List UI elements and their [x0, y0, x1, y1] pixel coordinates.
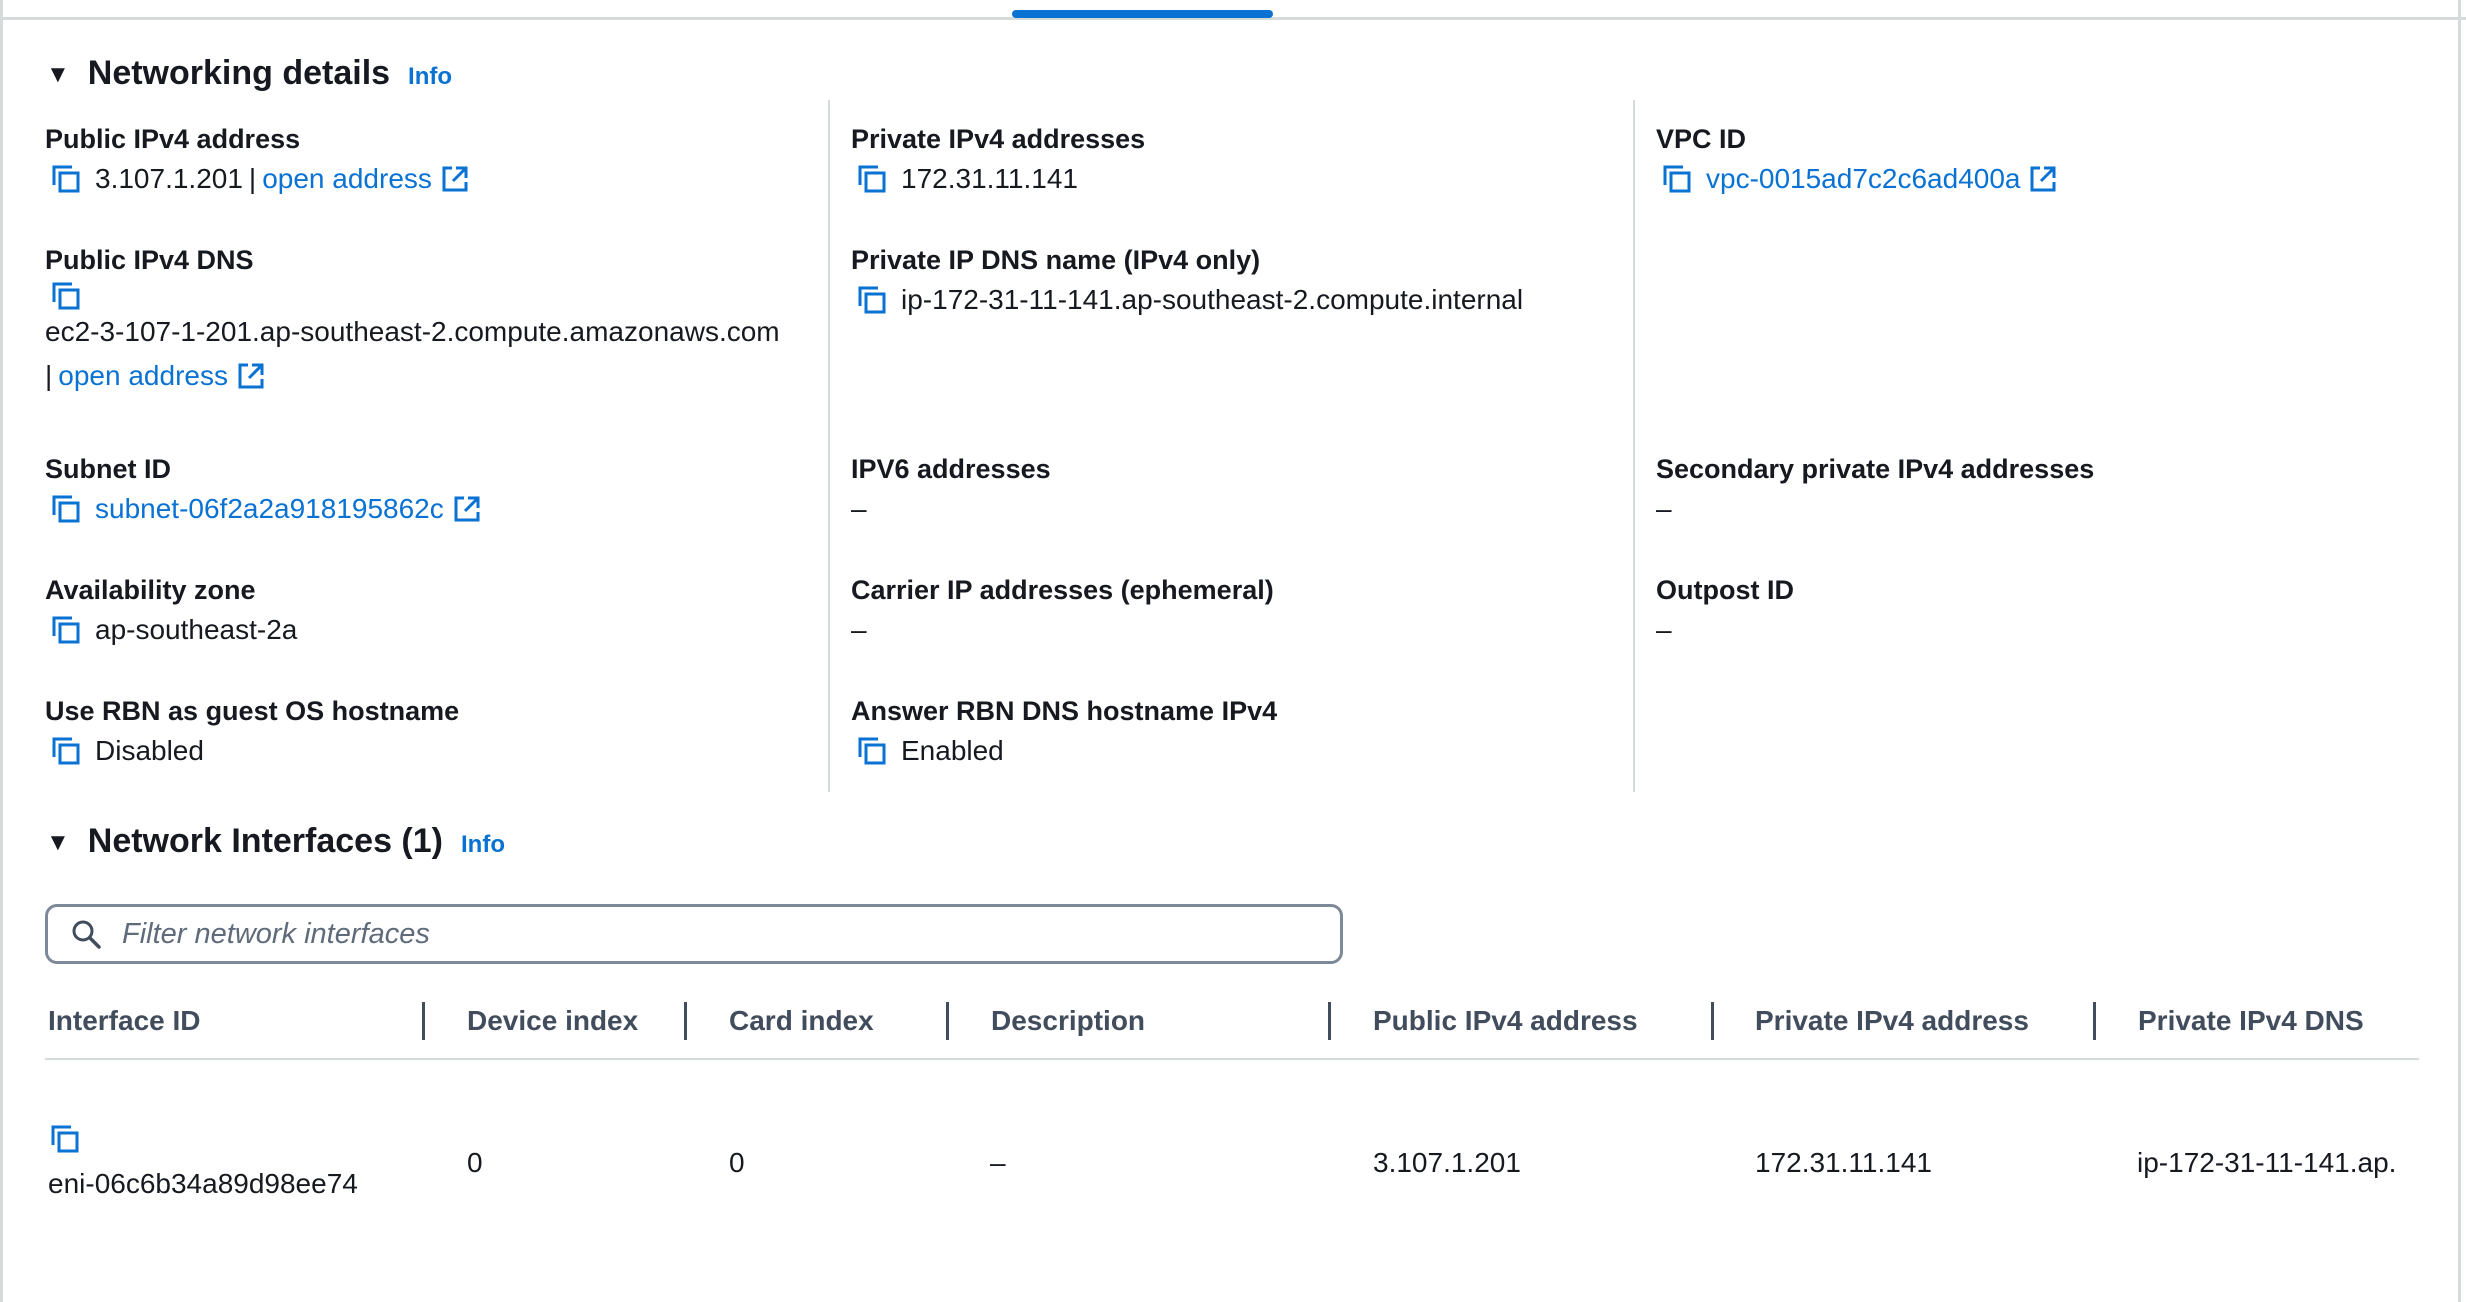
- private-dns-value: ip-172-31-11-141.ap-southeast-2.compute.…: [901, 284, 1524, 315]
- separator: |: [45, 360, 53, 391]
- column-header-public-ipv4[interactable]: Public IPv4 address: [1373, 1004, 1638, 1038]
- field-label: VPC ID: [1656, 124, 1747, 154]
- copy-icon[interactable]: [51, 164, 81, 194]
- subnet-id-link[interactable]: subnet-06f2a2a918195862c: [95, 490, 444, 528]
- column-header-card-index[interactable]: Card index: [729, 1004, 874, 1038]
- copy-icon[interactable]: [1662, 164, 1692, 194]
- field-label: Outpost ID: [1656, 575, 1794, 605]
- private-dns-cell: ip-172-31-11-141.ap.: [2137, 1147, 2397, 1178]
- active-tab-indicator: [1012, 10, 1273, 18]
- column-header-private-ipv4[interactable]: Private IPv4 address: [1755, 1004, 2029, 1038]
- column-resize-handle[interactable]: [2093, 1002, 2096, 1040]
- field-label: Public IPv4 address: [45, 124, 301, 154]
- separator: |: [248, 163, 257, 194]
- caret-down-icon[interactable]: ▼: [46, 829, 70, 857]
- column-divider: [1633, 100, 1635, 792]
- public-dns-field: Public IPv4 DNS ec2-3-107-1-201.ap-south…: [45, 243, 780, 395]
- field-label: Subnet ID: [45, 454, 171, 484]
- copy-icon[interactable]: [51, 736, 81, 766]
- field-label: Private IP DNS name (IPv4 only): [851, 245, 1261, 275]
- availability-zone-field: Availability zone ap-southeast-2a: [45, 573, 297, 649]
- column-header-description[interactable]: Description: [991, 1004, 1145, 1038]
- column-resize-handle[interactable]: [946, 1002, 949, 1040]
- private-dns-field: Private IP DNS name (IPv4 only) ip-172-3…: [851, 243, 1523, 319]
- public-dns-value: ec2-3-107-1-201.ap-southeast-2.compute.a…: [45, 316, 780, 347]
- filter-network-interfaces-input[interactable]: [120, 916, 1304, 952]
- column-resize-handle[interactable]: [1328, 1002, 1331, 1040]
- copy-icon[interactable]: [50, 1124, 80, 1154]
- caret-down-icon[interactable]: ▼: [46, 61, 70, 89]
- description-cell: –: [990, 1147, 1006, 1178]
- rbn-dns-field: Answer RBN DNS hostname IPv4 Enabled: [851, 694, 1277, 770]
- ipv6-value: –: [851, 493, 867, 524]
- copy-icon[interactable]: [857, 285, 887, 315]
- field-label: Answer RBN DNS hostname IPv4: [851, 696, 1278, 726]
- networking-details-header[interactable]: ▼ Networking details Info: [46, 54, 452, 93]
- copy-icon[interactable]: [51, 494, 81, 524]
- carrier-ip-value: –: [851, 614, 867, 645]
- secondary-private-ipv4-value: –: [1656, 493, 1672, 524]
- device-index-cell: 0: [467, 1147, 483, 1178]
- vpc-id-link[interactable]: vpc-0015ad7c2c6ad400a: [1706, 160, 2020, 198]
- subnet-id-field: Subnet ID subnet-06f2a2a918195862c: [45, 452, 482, 528]
- field-label: Private IPv4 addresses: [851, 124, 1146, 154]
- private-ipv4-cell: 172.31.11.141: [1755, 1147, 1932, 1178]
- section-title: Network Interfaces (1): [87, 822, 443, 860]
- network-interfaces-header[interactable]: ▼ Network Interfaces (1) Info: [46, 822, 505, 861]
- external-link-icon[interactable]: [452, 494, 482, 524]
- copy-icon[interactable]: [857, 164, 887, 194]
- column-resize-handle[interactable]: [422, 1002, 425, 1040]
- field-label: IPV6 addresses: [851, 454, 1051, 484]
- availability-zone-value: ap-southeast-2a: [95, 614, 298, 645]
- column-header-interface-id[interactable]: Interface ID: [48, 1004, 201, 1038]
- column-divider: [828, 100, 830, 792]
- private-ipv4-field: Private IPv4 addresses 172.31.11.141: [851, 122, 1145, 198]
- field-label: Carrier IP addresses (ephemeral): [851, 575, 1274, 605]
- copy-icon[interactable]: [857, 736, 887, 766]
- search-icon: [72, 920, 101, 949]
- interface-id-link[interactable]: eni-06c6b34a89d98ee74: [48, 1165, 358, 1203]
- section-title: Networking details: [87, 54, 391, 92]
- field-label: Public IPv4 DNS: [45, 245, 254, 275]
- card-index-cell: 0: [729, 1147, 745, 1178]
- ipv6-field: IPV6 addresses –: [851, 452, 1051, 528]
- column-header-device-index[interactable]: Device index: [467, 1004, 638, 1038]
- rbn-hostname-value: Disabled: [95, 735, 204, 766]
- field-label: Secondary private IPv4 addresses: [1656, 454, 2095, 484]
- open-address-link[interactable]: open address: [58, 357, 228, 395]
- column-resize-handle[interactable]: [684, 1002, 687, 1040]
- field-label: Availability zone: [45, 575, 256, 605]
- external-link-icon[interactable]: [2028, 164, 2058, 194]
- outpost-id-field: Outpost ID –: [1656, 573, 1794, 649]
- copy-icon[interactable]: [51, 281, 81, 311]
- copy-icon[interactable]: [51, 615, 81, 645]
- public-ipv4-cell: 3.107.1.201: [1373, 1147, 1521, 1178]
- rbn-hostname-field: Use RBN as guest OS hostname Disabled: [45, 694, 459, 770]
- public-ipv4-field: Public IPv4 address 3.107.1.201 | open a…: [45, 122, 470, 198]
- field-label: Use RBN as guest OS hostname: [45, 696, 460, 726]
- filter-search-box[interactable]: [45, 904, 1343, 964]
- public-ipv4-value: 3.107.1.201: [95, 163, 243, 194]
- open-address-link[interactable]: open address: [262, 160, 432, 198]
- table-header-divider: [45, 1058, 2419, 1060]
- external-link-icon[interactable]: [236, 361, 266, 391]
- outpost-id-value: –: [1656, 614, 1672, 645]
- info-link[interactable]: Info: [408, 63, 452, 91]
- vpc-id-field: VPC ID vpc-0015ad7c2c6ad400a: [1656, 122, 2058, 198]
- info-link[interactable]: Info: [461, 831, 505, 859]
- private-ipv4-value: 172.31.11.141: [901, 163, 1078, 194]
- column-resize-handle[interactable]: [1711, 1002, 1714, 1040]
- column-header-private-dns[interactable]: Private IPv4 DNS: [2138, 1004, 2364, 1038]
- carrier-ip-field: Carrier IP addresses (ephemeral) –: [851, 573, 1274, 649]
- external-link-icon[interactable]: [440, 164, 470, 194]
- rbn-dns-value: Enabled: [901, 735, 1004, 766]
- secondary-private-ipv4-field: Secondary private IPv4 addresses –: [1656, 452, 2094, 528]
